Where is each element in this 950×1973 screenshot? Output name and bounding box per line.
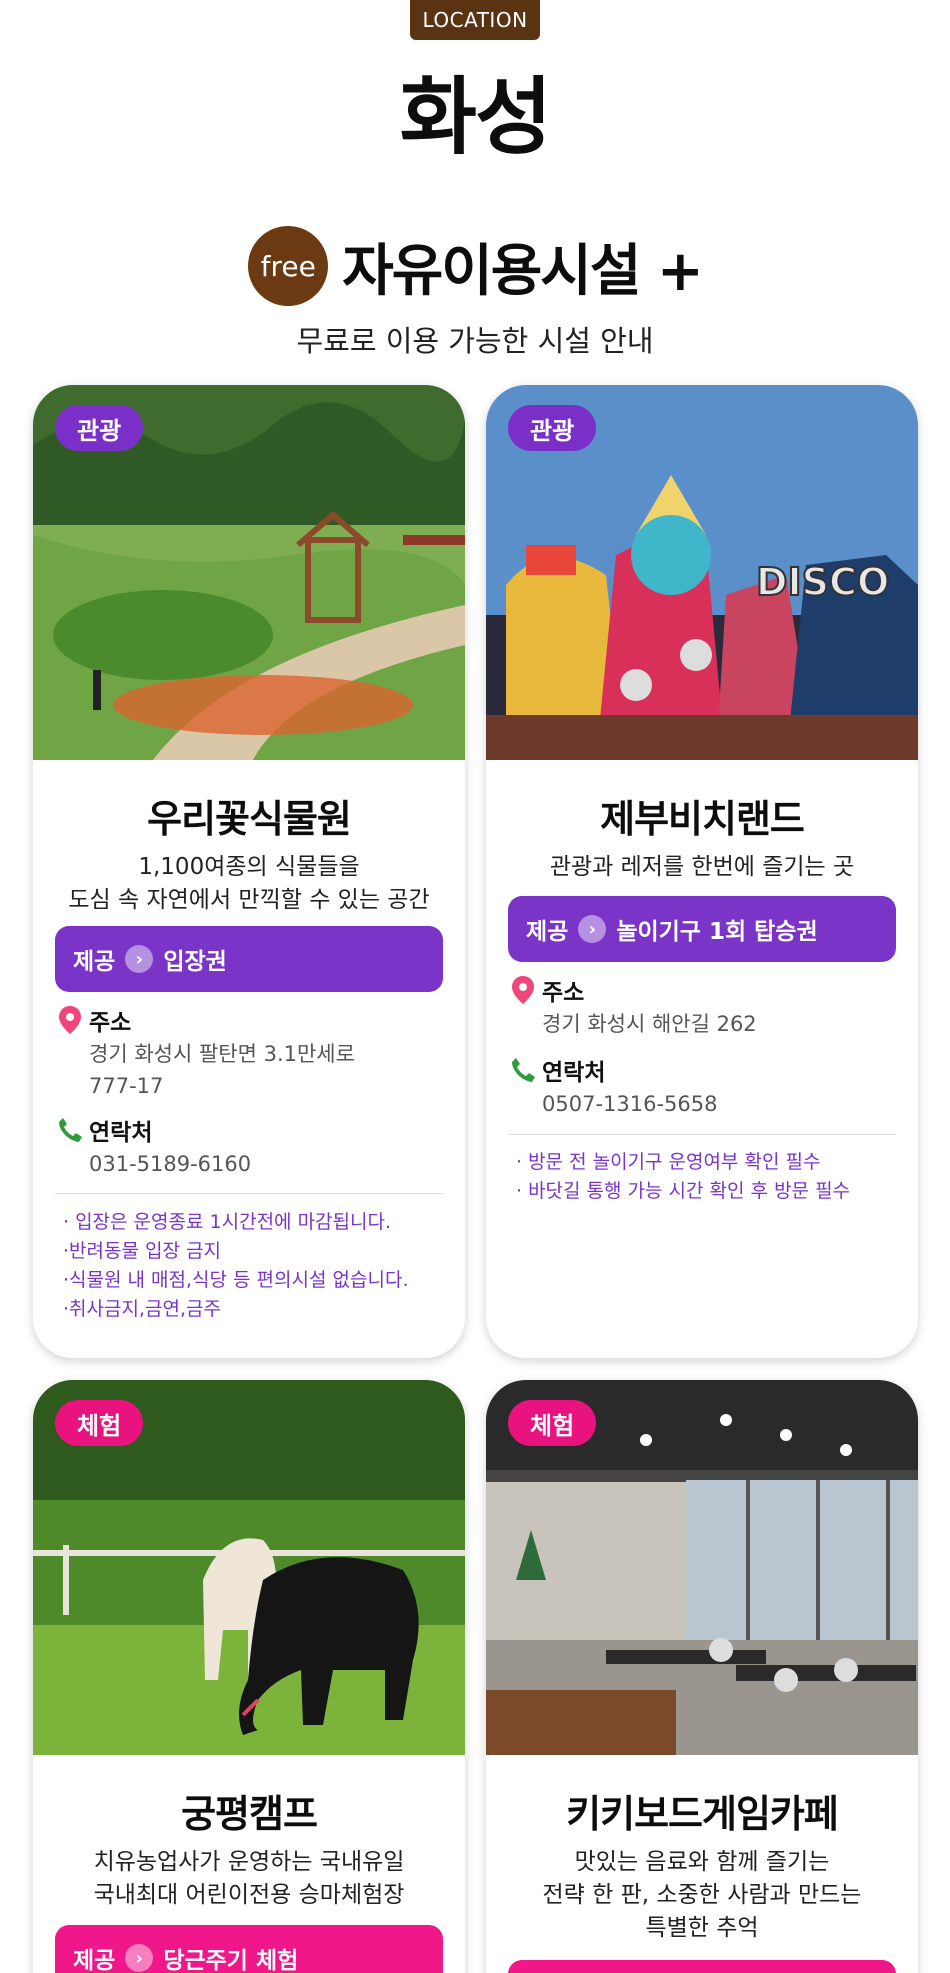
offer-text: 당근주기 체험 xyxy=(163,1948,299,1973)
divider xyxy=(508,1134,896,1135)
facility-desc-line: 치유농업사가 운영하는 국내유일 xyxy=(93,1849,405,1875)
offer-text: 놀이기구 1회 탑승권 xyxy=(616,919,818,945)
divider xyxy=(55,1193,443,1194)
note-item: · 바닷길 통행 가능 시간 확인 후 방문 필수 xyxy=(516,1180,851,1202)
section-title: 자유이용시설 + xyxy=(342,238,704,304)
category-badge: 체험 xyxy=(508,1400,597,1446)
chevron-right-icon: › xyxy=(578,915,607,943)
note-item: ·반려동물 입장 금지 xyxy=(63,1240,221,1262)
facility-card-gungpyeong[interactable]: 체험 궁평캠프 치유농업사가 운영하는 국내유일 국내최대 어린이전용 승마체험… xyxy=(33,1380,465,1973)
chevron-right-icon: › xyxy=(125,1944,154,1972)
facility-desc-line: 도심 속 자연에서 만끽할 수 있는 공간 xyxy=(68,887,430,913)
location-pin-icon xyxy=(59,1006,81,1034)
location-pin-icon xyxy=(512,976,534,1004)
facility-name: 우리꽃식물원 xyxy=(147,797,352,841)
facility-name: 키키보드게임카페 xyxy=(566,1792,839,1836)
offer-banner[interactable]: 제공 › 입장권 xyxy=(55,926,443,992)
address-heading: 주소 xyxy=(510,973,584,1007)
phone-icon xyxy=(59,1118,82,1142)
offer-banner[interactable]: 제공 › 당근주기 체험 xyxy=(55,1925,443,1973)
chevron-right-icon: › xyxy=(125,945,154,973)
facility-card-jebu[interactable]: DISCO 관광 제부비치랜드 관광과 레저를 한번에 즐기는 곳 제공 › 놀… xyxy=(486,385,918,1358)
contact-heading: 연락처 xyxy=(57,1113,152,1147)
address-heading: 주소 xyxy=(57,1003,131,1037)
offer-prefix: 제공 xyxy=(73,949,116,975)
notes: · 방문 전 놀이기구 운영여부 확인 필수 · 바닷길 통행 가능 시간 확인… xyxy=(516,1148,850,1206)
contact-heading: 연락처 xyxy=(510,1053,605,1087)
svg-text:DISCO: DISCO xyxy=(756,560,889,604)
facility-desc-line: 관광과 레저를 한번에 즐기는 곳 xyxy=(549,854,855,880)
section-subtitle: 무료로 이용 가능한 시설 안내 xyxy=(296,324,654,358)
offer-banner[interactable]: 제공 › 놀이기구 1회 탑승권 xyxy=(508,896,896,962)
notes: · 입장은 운영종료 1시간전에 마감됩니다. ·반려동물 입장 금지 ·식물원… xyxy=(63,1208,408,1324)
facility-card-kiki[interactable]: 체험 키키보드게임카페 맛있는 음료와 함께 즐기는 전략 한 판, 소중한 사… xyxy=(486,1380,918,1973)
facility-desc-line: 맛있는 음료와 함께 즐기는 xyxy=(574,1849,830,1875)
note-item: · 방문 전 놀이기구 운영여부 확인 필수 xyxy=(516,1151,821,1173)
phone-number[interactable]: 031-5189-6160 xyxy=(89,1149,251,1179)
location-badge: LOCATION xyxy=(410,0,540,40)
section-header: free 자유이용시설 + xyxy=(0,226,950,306)
note-item: ·취사금지,금연,금주 xyxy=(63,1298,221,1320)
facility-desc-line: 1,100여종의 식물들을 xyxy=(138,854,360,880)
phone-icon xyxy=(512,1058,535,1082)
facility-card-woorikkot[interactable]: 관광 우리꽃식물원 1,100여종의 식물들을 도심 속 자연에서 만끽할 수 … xyxy=(33,385,465,1358)
note-item: ·식물원 내 매점,식당 등 편의시설 없습니다. xyxy=(63,1269,409,1291)
phone-number[interactable]: 0507-1316-5658 xyxy=(542,1089,718,1119)
facility-desc-line: 국내최대 어린이전용 승마체험장 xyxy=(93,1882,405,1908)
offer-prefix: 제공 xyxy=(73,1948,116,1973)
note-item: · 입장은 운영종료 1시간전에 마감됩니다. xyxy=(63,1211,392,1233)
offer-banner[interactable] xyxy=(508,1960,896,1973)
free-badge: free xyxy=(248,226,329,306)
address-line: 777-17 xyxy=(89,1074,164,1098)
offer-text: 입장권 xyxy=(163,949,227,975)
address-line: 경기 화성시 팔탄면 3.1만세로 xyxy=(89,1042,355,1066)
category-badge: 체험 xyxy=(55,1400,144,1446)
address-line: 경기 화성시 해안길 262 xyxy=(542,1012,757,1036)
facility-name: 제부비치랜드 xyxy=(600,797,805,841)
offer-prefix: 제공 xyxy=(526,919,569,945)
category-badge: 관광 xyxy=(508,405,597,451)
category-badge: 관광 xyxy=(55,405,144,451)
facility-desc-line: 전략 한 판, 소중한 사람과 만드는 xyxy=(542,1882,862,1908)
page-title: 화성 xyxy=(399,68,553,166)
facility-desc-line: 특별한 추억 xyxy=(645,1915,759,1941)
facility-name: 궁평캠프 xyxy=(181,1792,318,1836)
